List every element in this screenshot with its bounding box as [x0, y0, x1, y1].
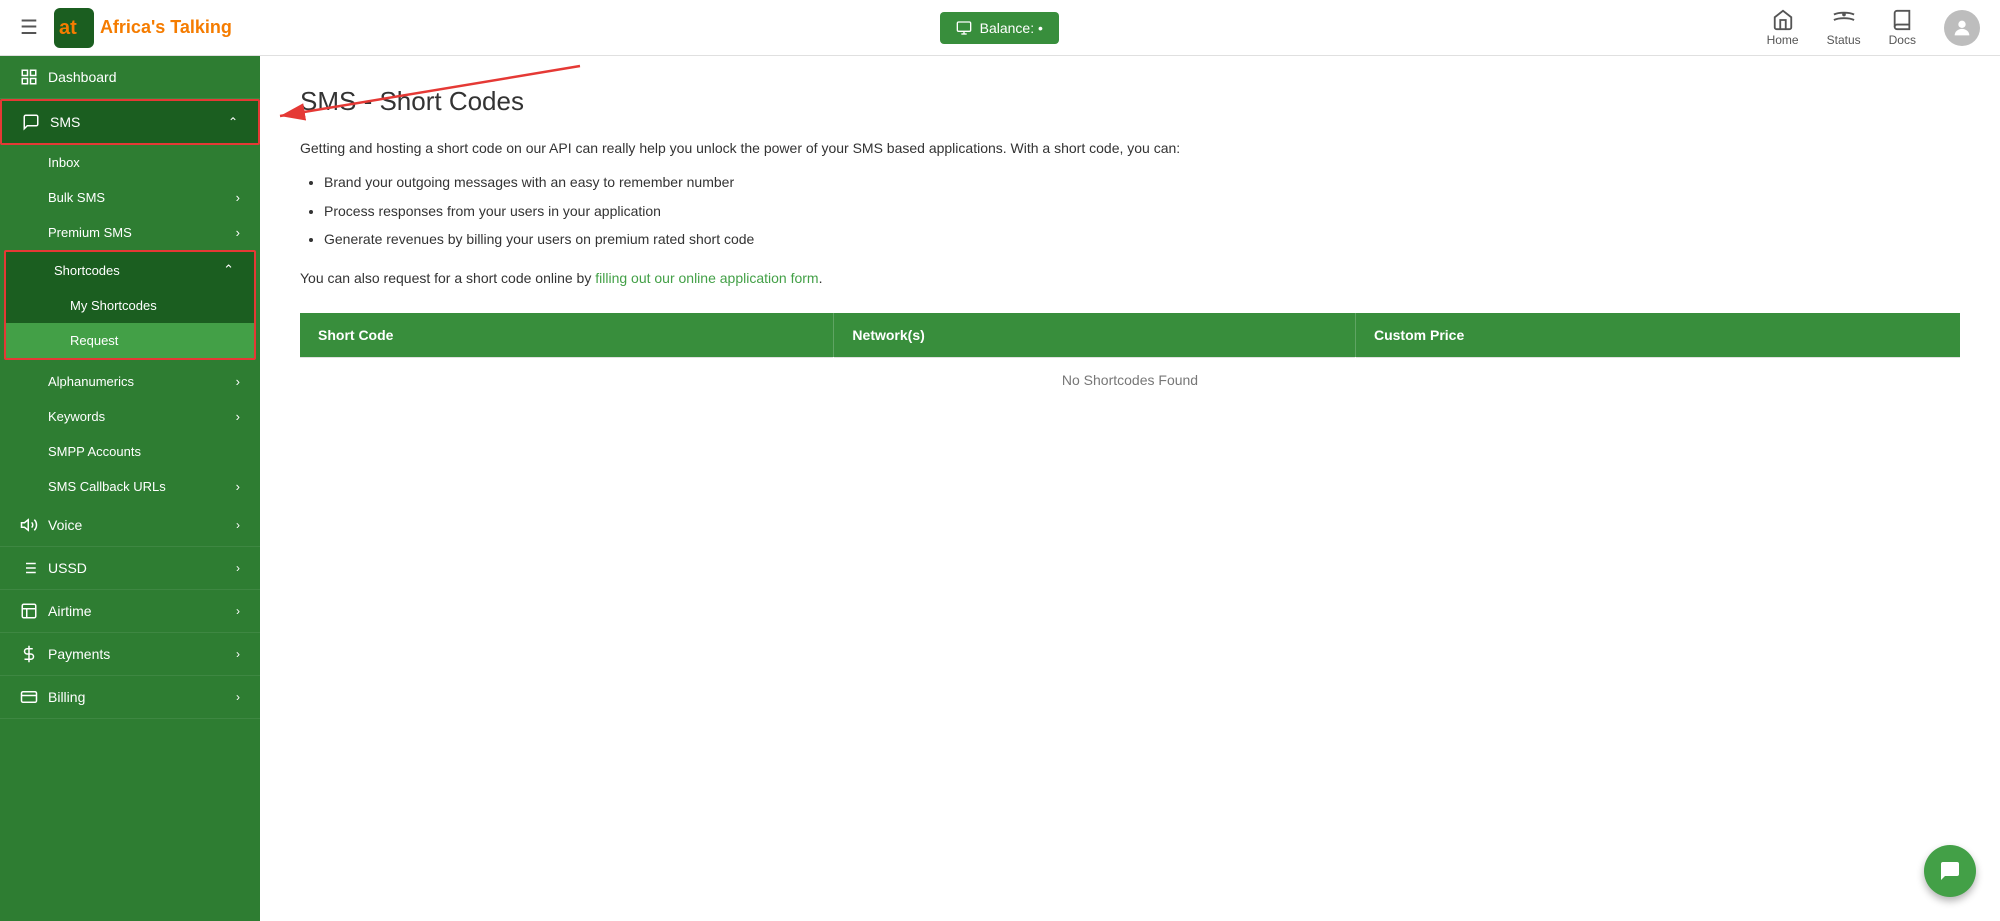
bullet-item-3: Generate revenues by billing your users … — [324, 228, 1960, 250]
sidebar-item-premium-sms[interactable]: Premium SMS › — [0, 215, 260, 250]
sidebar-item-smpp-accounts[interactable]: SMPP Accounts — [0, 434, 260, 469]
status-nav-item[interactable]: Status — [1827, 9, 1861, 47]
sidebar-item-sms-label: SMS — [50, 114, 80, 130]
shortcodes-table: Short Code Network(s) Custom Price No Sh… — [300, 313, 1960, 402]
chat-icon — [1938, 859, 1962, 883]
shortcodes-group: Shortcodes ⌃ My Shortcodes Request — [4, 250, 256, 360]
sidebar-item-keywords[interactable]: Keywords › — [0, 399, 260, 434]
shortcodes-chevron: ⌃ — [223, 262, 234, 278]
sidebar-item-shortcodes[interactable]: Shortcodes ⌃ — [6, 252, 254, 288]
request-text: You can also request for a short code on… — [300, 267, 1960, 289]
table-header-networks: Network(s) — [834, 313, 1356, 358]
sidebar-item-request[interactable]: Request — [6, 323, 254, 358]
logo-icon: at — [54, 8, 94, 48]
header-right: Home Status Docs — [1767, 9, 1980, 47]
sms-icon — [22, 113, 40, 131]
voice-icon — [20, 516, 38, 534]
page-title: SMS - Short Codes — [300, 86, 1960, 117]
sidebar-item-bulk-sms[interactable]: Bulk SMS › — [0, 180, 260, 215]
intro-text: Getting and hosting a short code on our … — [300, 137, 1960, 159]
payments-icon — [20, 645, 38, 663]
top-header: ☰ at Africa's Talking Balance: • Home St… — [0, 0, 2000, 56]
sidebar-item-inbox[interactable]: Inbox — [0, 145, 260, 180]
table-empty-message: No Shortcodes Found — [300, 357, 1960, 402]
premium-sms-chevron: › — [236, 225, 240, 240]
sidebar: Dashboard SMS ⌃ Inbox Bulk SMS › Premium… — [0, 56, 260, 921]
docs-icon — [1891, 9, 1913, 31]
sidebar-item-sms-callback-urls[interactable]: SMS Callback URLs › — [0, 469, 260, 504]
bullet-item-1: Brand your outgoing messages with an eas… — [324, 171, 1960, 193]
dashboard-icon — [20, 68, 38, 86]
logo-text: Africa's Talking — [100, 17, 232, 38]
billing-icon — [20, 688, 38, 706]
ussd-icon — [20, 559, 38, 577]
svg-text:at: at — [59, 17, 77, 39]
payments-chevron: › — [236, 647, 240, 661]
sidebar-item-payments-label: Payments — [48, 646, 110, 662]
sidebar-item-sms[interactable]: SMS ⌃ — [0, 99, 260, 145]
status-icon — [1833, 9, 1855, 31]
sidebar-item-airtime[interactable]: Airtime › — [0, 590, 260, 633]
callback-chevron: › — [236, 479, 240, 494]
bullet-item-2: Process responses from your users in you… — [324, 200, 1960, 222]
sidebar-item-billing[interactable]: Billing › — [0, 676, 260, 719]
content-area: SMS - Short Codes Getting and hosting a … — [260, 56, 2000, 921]
home-nav-item[interactable]: Home — [1767, 9, 1799, 47]
voice-chevron: › — [236, 518, 240, 532]
sidebar-item-billing-label: Billing — [48, 689, 85, 705]
fab-button[interactable] — [1924, 845, 1976, 897]
balance-button[interactable]: Balance: • — [940, 12, 1059, 44]
sms-chevron: ⌃ — [228, 115, 238, 129]
sidebar-item-alphanumerics[interactable]: Alphanumerics › — [0, 364, 260, 399]
billing-chevron: › — [236, 690, 240, 704]
alphanumerics-chevron: › — [236, 374, 240, 389]
table-empty-row: No Shortcodes Found — [300, 357, 1960, 402]
monitor-icon — [956, 20, 972, 36]
hamburger-menu[interactable]: ☰ — [20, 15, 38, 40]
sidebar-item-dashboard[interactable]: Dashboard — [0, 56, 260, 99]
sidebar-item-airtime-label: Airtime — [48, 603, 92, 619]
main-layout: Dashboard SMS ⌃ Inbox Bulk SMS › Premium… — [0, 56, 2000, 921]
bullet-list: Brand your outgoing messages with an eas… — [324, 171, 1960, 250]
bulk-sms-chevron: › — [236, 190, 240, 205]
sidebar-item-dashboard-label: Dashboard — [48, 69, 117, 85]
balance-label: Balance: • — [980, 20, 1043, 36]
sidebar-item-voice[interactable]: Voice › — [0, 504, 260, 547]
application-form-link[interactable]: filling out our online application form — [595, 270, 818, 286]
table-header-custom-price: Custom Price — [1355, 313, 1960, 358]
ussd-chevron: › — [236, 561, 240, 575]
table-header-short-code: Short Code — [300, 313, 834, 358]
sidebar-item-voice-label: Voice — [48, 517, 82, 533]
sidebar-item-payments[interactable]: Payments › — [0, 633, 260, 676]
user-avatar[interactable] — [1944, 10, 1980, 46]
airtime-icon — [20, 602, 38, 620]
docs-nav-item[interactable]: Docs — [1889, 9, 1916, 47]
keywords-chevron: › — [236, 409, 240, 424]
sidebar-item-ussd[interactable]: USSD › — [0, 547, 260, 590]
sidebar-item-ussd-label: USSD — [48, 560, 87, 576]
avatar-icon — [1951, 17, 1973, 39]
home-icon — [1772, 9, 1794, 31]
header-center: Balance: • — [940, 12, 1059, 44]
header-left: ☰ at Africa's Talking — [20, 8, 232, 48]
sidebar-item-my-shortcodes[interactable]: My Shortcodes — [6, 288, 254, 323]
airtime-chevron: › — [236, 604, 240, 618]
logo-area: at Africa's Talking — [54, 8, 232, 48]
